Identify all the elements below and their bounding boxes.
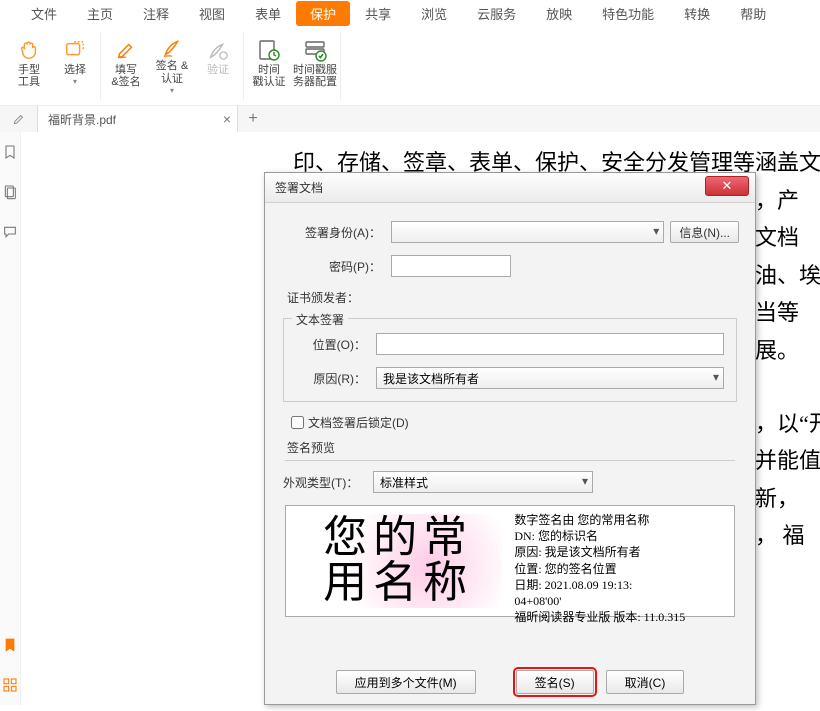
preview-big-name: 您的常 用名称 xyxy=(286,506,510,616)
reason-select[interactable]: 我是该文档所有者 xyxy=(376,367,724,389)
password-label: 密码(P)： xyxy=(281,258,381,275)
ribbon-sign-cert[interactable]: 签名 & 认证 ▾ xyxy=(149,32,195,96)
ribbon-fill-sign[interactable]: 填写 &签名 xyxy=(103,32,149,96)
new-tab-button[interactable]: + xyxy=(238,110,268,128)
bookmark-tag-icon[interactable] xyxy=(0,635,20,655)
ribbon-fill-label: 填写 &签名 xyxy=(111,64,140,89)
select-icon xyxy=(64,36,86,64)
sidebar xyxy=(0,132,21,705)
timeserver-icon xyxy=(303,36,327,64)
apply-multiple-button[interactable]: 应用到多个文件(M) xyxy=(336,670,476,694)
pen-icon xyxy=(115,36,137,64)
menu-protect[interactable]: 保护 xyxy=(296,1,350,26)
location-label: 位置(O)： xyxy=(296,336,366,353)
menu-cloud[interactable]: 云服务 xyxy=(462,0,531,27)
dropdown-icon: ▾ xyxy=(170,86,174,95)
reason-label: 原因(R)： xyxy=(296,370,366,387)
ribbon-validate-label: 验证 xyxy=(207,64,229,77)
menu-view[interactable]: 视图 xyxy=(184,0,240,27)
bookmark-icon[interactable] xyxy=(0,142,20,162)
hand-icon xyxy=(18,36,40,64)
issuer-label: 证书颁发者： xyxy=(287,289,359,306)
sign-document-dialog: 签署文档 ✕ 签署身份(A)： 信息(N)... 密码(P)： 证书颁发者： 文… xyxy=(264,172,756,705)
ribbon-sign-label: 签名 & 认证 xyxy=(156,60,188,85)
home-tab-icon[interactable] xyxy=(0,106,38,132)
ribbon-timeserver-label: 时间戳服 务器配置 xyxy=(293,64,337,89)
appearance-label: 外观类型(T)： xyxy=(283,474,363,491)
ribbon: 手型 工具 选择 ▾ 填写 &签名 签名 & 认证 ▾ 验证 时间 戳认证 xyxy=(0,26,820,106)
menu-bar: 文件 主页 注释 视图 表单 保护 共享 浏览 云服务 放映 特色功能 转换 帮… xyxy=(0,0,820,26)
preview-meta: 数字签名由 您的常用名称 DN: 您的标识名 原因: 我是该文档所有者 位置: … xyxy=(510,506,734,616)
comment-icon[interactable] xyxy=(0,222,20,242)
ribbon-timeserver[interactable]: 时间戳服 务器配置 xyxy=(292,32,338,96)
signature-preview: 您的常 用名称 数字签名由 您的常用名称 DN: 您的标识名 原因: 我是该文档… xyxy=(285,505,735,617)
menu-convert[interactable]: 转换 xyxy=(669,0,725,27)
text-sign-group: 文本签署 位置(O)： 原因(R)： 我是该文档所有者 xyxy=(283,318,737,402)
dialog-titlebar[interactable]: 签署文档 ✕ xyxy=(265,173,755,203)
dialog-title: 签署文档 xyxy=(275,179,323,196)
tab-bar: 福昕背景.pdf × + xyxy=(0,106,820,132)
password-input[interactable] xyxy=(391,255,511,277)
divider xyxy=(285,460,735,461)
dialog-footer: 应用到多个文件(M) 签名(S) 取消(C) xyxy=(265,670,755,694)
validate-icon xyxy=(207,36,229,64)
grid-icon[interactable] xyxy=(0,675,20,695)
menu-help[interactable]: 帮助 xyxy=(725,0,781,27)
document-tab[interactable]: 福昕背景.pdf × xyxy=(38,106,238,132)
cancel-button[interactable]: 取消(C) xyxy=(606,670,685,694)
ribbon-hand-label: 手型 工具 xyxy=(18,64,40,89)
location-input[interactable] xyxy=(376,333,724,355)
menu-form[interactable]: 表单 xyxy=(240,0,296,27)
ribbon-validate: 验证 xyxy=(195,32,241,96)
menu-annotate[interactable]: 注释 xyxy=(128,0,184,27)
lock-after-sign-checkbox[interactable] xyxy=(291,416,304,429)
identity-select[interactable] xyxy=(391,221,664,243)
sign-button[interactable]: 签名(S) xyxy=(516,670,594,694)
pages-icon[interactable] xyxy=(0,182,20,202)
ribbon-select[interactable]: 选择 ▾ xyxy=(52,32,98,96)
timestamp-icon xyxy=(257,36,281,64)
dropdown-icon: ▾ xyxy=(73,77,77,86)
text-sign-legend: 文本签署 xyxy=(292,311,348,328)
close-icon[interactable]: ✕ xyxy=(705,176,749,196)
ribbon-hand-tool[interactable]: 手型 工具 xyxy=(6,32,52,96)
menu-special[interactable]: 特色功能 xyxy=(587,0,669,27)
close-tab-icon[interactable]: × xyxy=(223,111,231,127)
lock-after-sign-label: 文档签署后锁定(D) xyxy=(308,414,409,431)
menu-browse[interactable]: 浏览 xyxy=(406,0,462,27)
menu-home[interactable]: 主页 xyxy=(72,0,128,27)
ribbon-timestamp[interactable]: 时间 戳认证 xyxy=(246,32,292,96)
quill-icon xyxy=(161,36,183,61)
info-button[interactable]: 信息(N)... xyxy=(670,221,739,243)
menu-share[interactable]: 共享 xyxy=(350,0,406,27)
tab-title: 福昕背景.pdf xyxy=(48,111,116,128)
ribbon-timestamp-label: 时间 戳认证 xyxy=(253,64,286,89)
identity-label: 签署身份(A)： xyxy=(281,224,381,241)
menu-file[interactable]: 文件 xyxy=(16,0,72,27)
preview-section-label: 签名预览 xyxy=(287,439,739,456)
menu-screen[interactable]: 放映 xyxy=(531,0,587,27)
ribbon-select-label: 选择 xyxy=(64,64,86,77)
appearance-select[interactable]: 标准样式 xyxy=(373,471,593,493)
